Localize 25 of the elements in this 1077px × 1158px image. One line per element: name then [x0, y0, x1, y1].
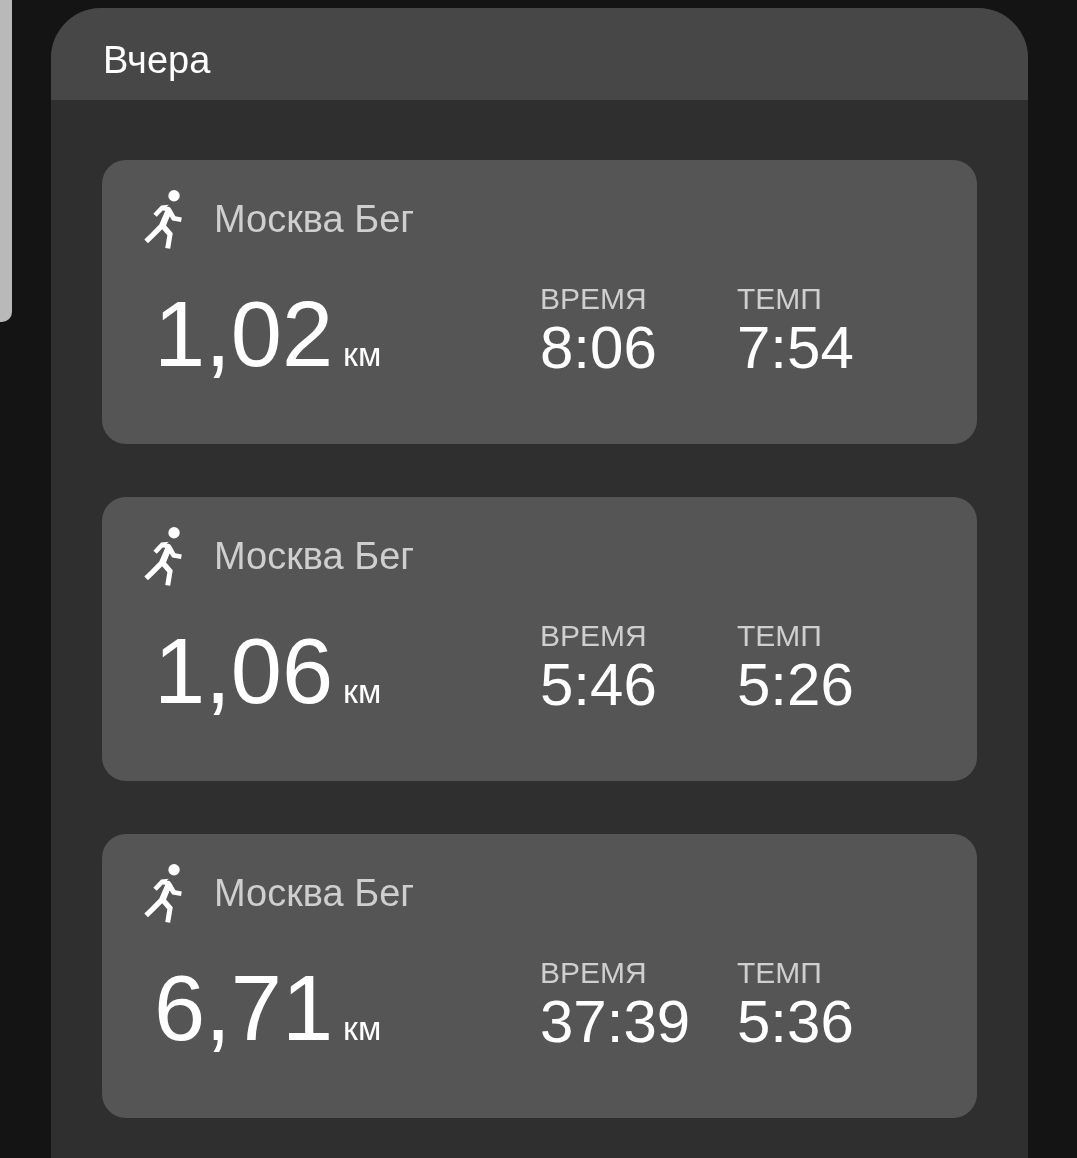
stat-value: 8:06: [540, 316, 658, 380]
stat-value: 7:54: [737, 316, 855, 380]
activity-title: Москва Бег: [214, 196, 415, 242]
activity-card[interactable]: Москва Бег 1,06 км ВРЕМЯ 5:46 ТЕМП 5:26: [102, 497, 977, 781]
stat-value: 37:39: [540, 990, 692, 1054]
stat-value: 5:26: [737, 653, 855, 717]
activity-title: Москва Бег: [214, 870, 415, 916]
activity-card[interactable]: Москва Бег 1,02 км ВРЕМЯ 8:06 ТЕМП 7:54: [102, 160, 977, 444]
activity-card[interactable]: Москва Бег 6,71 км ВРЕМЯ 37:39 ТЕМП 5:36: [102, 834, 977, 1118]
distance-unit: км: [343, 671, 382, 712]
section-title: Вчера: [103, 38, 212, 82]
activity-title: Москва Бег: [214, 533, 415, 579]
stat-label: ВРЕМЯ: [540, 956, 648, 990]
stat-value: 5:36: [737, 990, 855, 1054]
distance-value: 1,02: [154, 288, 334, 380]
stat-value: 5:46: [540, 653, 658, 717]
stat-label: ВРЕМЯ: [540, 282, 648, 316]
distance-unit: км: [343, 1008, 382, 1049]
distance-value: 1,06: [154, 625, 334, 717]
stat-label: ВРЕМЯ: [540, 619, 648, 653]
distance-value: 6,71: [154, 962, 334, 1054]
distance-unit: км: [343, 334, 382, 375]
stat-label: ТЕМП: [737, 619, 823, 653]
stat-label: ТЕМП: [737, 282, 823, 316]
stat-label: ТЕМП: [737, 956, 823, 990]
